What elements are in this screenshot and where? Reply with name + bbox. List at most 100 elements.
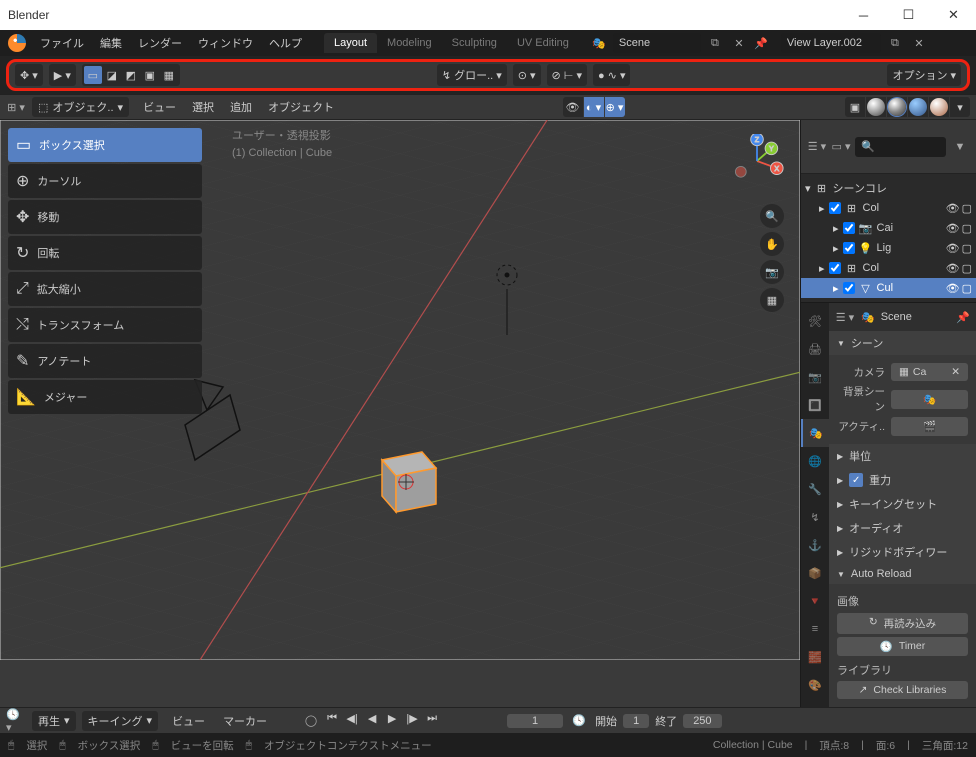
zoom-gizmo[interactable]: 🔍 — [760, 204, 784, 228]
proptab-12[interactable]: 🧱 — [801, 643, 829, 671]
new-scene-button[interactable]: ⧉ — [705, 33, 725, 53]
shading-material[interactable] — [909, 98, 927, 116]
browse-scene-icon[interactable]: 🎭 — [589, 33, 609, 53]
camera-view-gizmo[interactable]: 📷 — [760, 260, 784, 284]
delete-scene-button[interactable]: ✕ — [729, 33, 749, 53]
panel-rigidbody-header[interactable]: ▶リジッドボディワー — [829, 540, 976, 564]
perspective-toggle-gizmo[interactable]: ▦ — [760, 288, 784, 312]
proptab-8[interactable]: ⚓ — [801, 531, 829, 559]
delete-viewlayer-button[interactable]: ✕ — [909, 33, 929, 53]
timeline-menu-1[interactable]: マーカー — [215, 709, 275, 733]
menu-1[interactable]: 編集 — [92, 31, 130, 55]
tool-2[interactable]: ✥移動 — [8, 200, 202, 234]
tool-1[interactable]: ⊕カーソル — [8, 164, 202, 198]
proptab-9[interactable]: 📦 — [801, 559, 829, 587]
start-frame-field[interactable]: 1 — [623, 714, 649, 728]
pin-props-icon[interactable]: 📌 — [956, 311, 970, 324]
shading-wireframe[interactable] — [867, 98, 885, 116]
play-button[interactable]: ▶ — [383, 711, 401, 727]
pivot-dropdown[interactable]: ⊙ ▾ — [513, 64, 541, 86]
select-mode-new[interactable]: ▭ — [84, 66, 102, 84]
keying-dropdown[interactable]: キーイング ▾ — [82, 711, 159, 731]
maximize-button[interactable]: ☐ — [886, 0, 931, 30]
outliner-item-2[interactable]: ▸💡Lig👁 ▢ — [801, 238, 976, 258]
workspace-tab-layout[interactable]: Layout — [324, 33, 377, 53]
proptab-10[interactable]: 🔻 — [801, 587, 829, 615]
tool-4[interactable]: ⤢拡大縮小 — [8, 272, 202, 306]
proptab-13[interactable]: 🎨 — [801, 671, 829, 699]
timeline-editor-dropdown[interactable]: 🕓 ▾ — [6, 711, 26, 731]
menu-4[interactable]: ヘルプ — [261, 31, 310, 55]
select-mode-extend[interactable]: ◪ — [103, 66, 121, 84]
outliner-item-3[interactable]: ▸⊞Col👁 ▢ — [801, 258, 976, 278]
menu-3[interactable]: ウィンドウ — [190, 31, 261, 55]
tool-7[interactable]: 📐メジャー — [8, 380, 202, 414]
options-dropdown[interactable]: オプション ▾ — [887, 64, 961, 86]
view-layer-field[interactable]: View Layer.002 — [781, 33, 881, 53]
blender-logo-icon[interactable] — [8, 34, 26, 52]
workspace-tab-uv editing[interactable]: UV Editing — [507, 33, 579, 53]
viewport-menu-3[interactable]: オブジェクト — [260, 95, 342, 119]
tool-3[interactable]: ↻回転 — [8, 236, 202, 270]
props-editor-dropdown[interactable]: ☰ ▾ — [835, 307, 855, 327]
menu-0[interactable]: ファイル — [32, 31, 92, 55]
outliner-search-input[interactable]: 🔍 — [855, 137, 946, 157]
reload-button[interactable]: ↻ 再読み込み — [837, 613, 968, 634]
proptab-6[interactable]: 🔧 — [801, 475, 829, 503]
nav-gizmo[interactable]: X Y Z — [730, 134, 784, 188]
panel-gravity-header[interactable]: ▶✓重力 — [829, 468, 976, 492]
workspace-tab-modeling[interactable]: Modeling — [377, 33, 442, 53]
jump-prev-key-button[interactable]: ◀| — [343, 711, 361, 727]
gravity-checkbox[interactable]: ✓ — [849, 473, 863, 487]
minimize-button[interactable]: ─ — [841, 0, 886, 30]
outliner-item-4[interactable]: ▸▽Cul👁 ▢ — [801, 278, 976, 298]
end-frame-field[interactable]: 250 — [683, 714, 721, 728]
close-button[interactable]: ✕ — [931, 0, 976, 30]
shading-rendered[interactable] — [930, 98, 948, 116]
gizmos-dropdown[interactable]: ◐ ▾ — [584, 97, 604, 117]
select-visible-icon[interactable]: 👁 — [563, 97, 583, 117]
outliner-editor-dropdown[interactable]: ☰ ▾ — [807, 137, 827, 157]
snap-toggle[interactable]: ⊘ ⊢ ▾ — [547, 64, 587, 86]
proptab-2[interactable]: 📷 — [801, 363, 829, 391]
select-tool-dropdown[interactable]: ▶ ▾ — [49, 64, 76, 86]
viewport-menu-1[interactable]: 選択 — [184, 95, 222, 119]
timecode-dropdown[interactable]: 🕓 — [569, 711, 589, 731]
proptab-4[interactable]: 🎭 — [801, 419, 829, 447]
tool-6[interactable]: ✎アノテート — [8, 344, 202, 378]
editor-type-dropdown[interactable]: ⊞ ▾ — [6, 97, 26, 117]
tool-5[interactable]: ⤭トランスフォーム — [8, 308, 202, 342]
select-mode-invert[interactable]: ▣ — [141, 66, 159, 84]
workspace-tab-sculpting[interactable]: Sculpting — [442, 33, 507, 53]
pan-gizmo[interactable]: ✋ — [760, 232, 784, 256]
outliner-filter-button[interactable]: ▼ — [950, 137, 970, 157]
3d-viewport[interactable]: ▭ボックス選択⊕カーソル✥移動↻回転⤢拡大縮小⤭トランスフォーム✎アノテート📐メ… — [0, 120, 800, 707]
current-frame-field[interactable]: 1 — [507, 714, 563, 728]
xray-toggle[interactable]: ▣ — [845, 97, 865, 117]
camera-field[interactable]: ▦ Ca ✕ — [891, 363, 968, 381]
panel-units-header[interactable]: ▶単位 — [829, 444, 976, 468]
proptab-0[interactable]: 🛠 — [801, 307, 829, 335]
outliner-display-dropdown[interactable]: ▭ ▾ — [831, 137, 851, 157]
cursor-tool-dropdown[interactable]: ✥ ▾ — [15, 64, 43, 86]
outliner-root[interactable]: ▾⊞シーンコレ — [801, 178, 976, 198]
new-viewlayer-button[interactable]: ⧉ — [885, 33, 905, 53]
outliner-item-0[interactable]: ▸⊞Col👁 ▢ — [801, 198, 976, 218]
viewport-menu-2[interactable]: 追加 — [222, 95, 260, 119]
playback-dropdown[interactable]: 再生 ▾ — [32, 711, 76, 731]
bg-scene-field[interactable]: 🎭 — [891, 390, 968, 409]
proptab-11[interactable]: ≡ — [801, 615, 829, 643]
jump-next-key-button[interactable]: |▶ — [403, 711, 421, 727]
panel-scene-header[interactable]: ▼シーン — [829, 331, 976, 355]
proptab-7[interactable]: ↯ — [801, 503, 829, 531]
scene-name-field[interactable]: Scene — [613, 33, 701, 53]
viewport-menu-0[interactable]: ビュー — [135, 95, 184, 119]
timer-button[interactable]: 🕓 Timer — [837, 637, 968, 656]
panel-keyingset-header[interactable]: ▶キーイングセット — [829, 492, 976, 516]
jump-end-button[interactable]: ⏭ — [423, 711, 441, 727]
overlays-dropdown[interactable]: ⊕ ▾ — [605, 97, 625, 117]
check-libraries-button[interactable]: ↗ Check Libraries — [837, 681, 968, 699]
play-reverse-button[interactable]: ◀ — [363, 711, 381, 727]
tool-0[interactable]: ▭ボックス選択 — [8, 128, 202, 162]
shading-solid[interactable] — [888, 98, 906, 116]
